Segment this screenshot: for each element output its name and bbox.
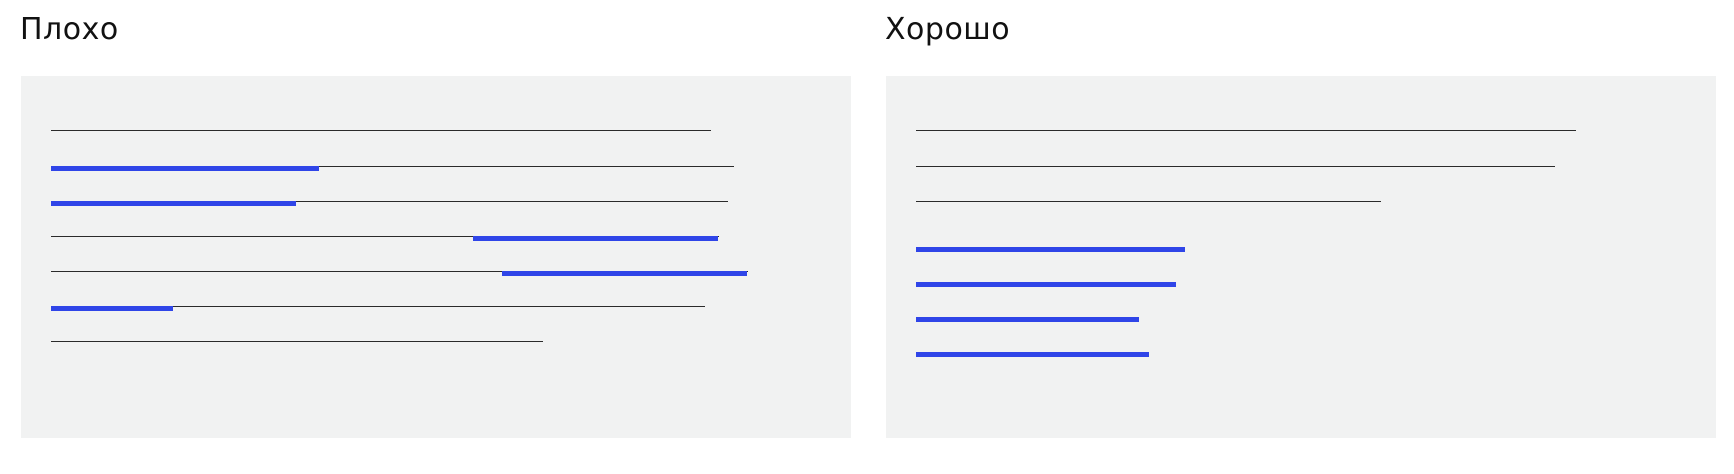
highlight-segment xyxy=(51,166,319,171)
bad-example-panel xyxy=(21,76,851,438)
highlight-line xyxy=(916,317,1139,322)
text-line xyxy=(916,130,1576,131)
highlight-segment xyxy=(473,236,718,241)
heading-good: Хорошо xyxy=(885,12,1011,47)
heading-bad: Плохо xyxy=(20,12,119,47)
good-example-panel xyxy=(886,76,1716,438)
highlight-line xyxy=(916,282,1176,287)
highlight-line xyxy=(916,352,1149,357)
highlight-segment xyxy=(51,201,296,206)
text-line xyxy=(916,201,1381,202)
highlight-line xyxy=(916,247,1185,252)
highlight-segment xyxy=(51,306,173,311)
text-line xyxy=(51,341,543,342)
text-line xyxy=(916,166,1555,167)
text-line xyxy=(51,130,711,131)
highlight-segment xyxy=(502,271,747,276)
